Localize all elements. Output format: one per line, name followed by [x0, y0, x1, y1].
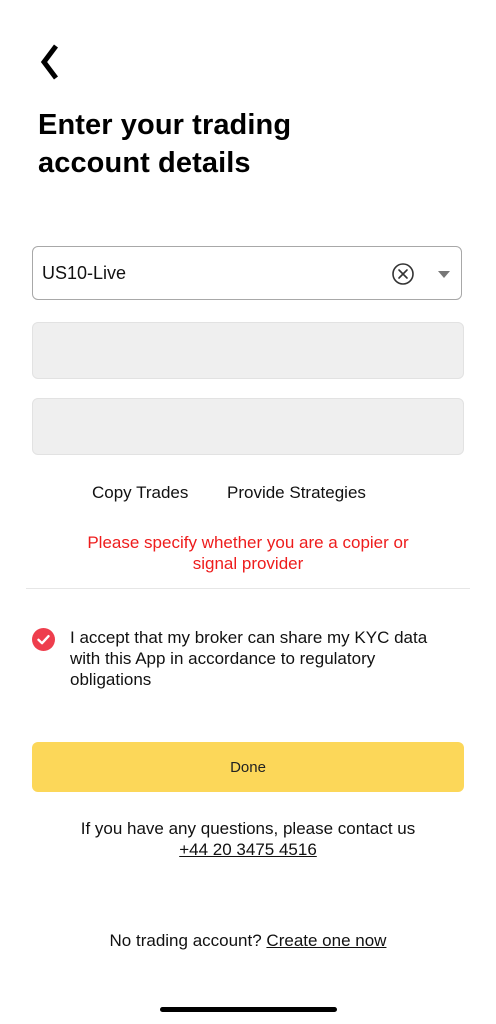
page-title-line2: account details	[38, 147, 251, 179]
role-error-message: Please specify whether you are a copier …	[40, 532, 456, 574]
caret-down-icon[interactable]	[437, 269, 451, 279]
done-button[interactable]: Done	[32, 742, 464, 792]
provide-strategies-option[interactable]: Provide Strategies	[227, 483, 366, 503]
contact-text: If you have any questions, please contac…	[80, 819, 416, 838]
role-error-line1: Please specify whether you are a copier …	[87, 533, 409, 552]
contact-info: If you have any questions, please contac…	[0, 818, 496, 860]
home-indicator	[160, 1007, 337, 1012]
login-field[interactable]	[32, 322, 464, 379]
server-select[interactable]: US10-Live	[32, 246, 462, 300]
no-account-prompt: No trading account?	[109, 931, 262, 950]
back-button[interactable]	[36, 42, 68, 82]
page-title-line1: Enter your trading	[38, 109, 292, 141]
divider	[26, 588, 470, 589]
no-account-row: No trading account? Create one now	[0, 931, 496, 951]
chevron-left-icon	[40, 44, 58, 80]
contact-phone-link[interactable]: +44 20 3475 4516	[179, 840, 317, 859]
kyc-consent-line2: with this App in accordance to regulator…	[70, 649, 376, 668]
kyc-consent-text: I accept that my broker can share my KYC…	[70, 627, 470, 690]
role-options: Copy Trades Provide Strategies	[0, 483, 496, 507]
create-account-link[interactable]: Create one now	[266, 931, 386, 950]
password-field[interactable]	[32, 398, 464, 455]
server-select-value: US10-Live	[42, 263, 127, 283]
role-error-line2: signal provider	[192, 554, 304, 573]
kyc-consent-checkbox[interactable]	[32, 628, 55, 651]
account-details-screen: Enter your trading account details US10-…	[0, 0, 496, 1024]
copy-trades-option[interactable]: Copy Trades	[92, 483, 188, 503]
kyc-consent-line3: obligations	[70, 670, 152, 689]
check-icon	[37, 635, 50, 645]
page-title: Enter your trading account details	[38, 106, 458, 182]
kyc-consent-line1: I accept that my broker can share my KYC…	[70, 628, 428, 647]
circle-x-icon[interactable]	[391, 262, 415, 286]
